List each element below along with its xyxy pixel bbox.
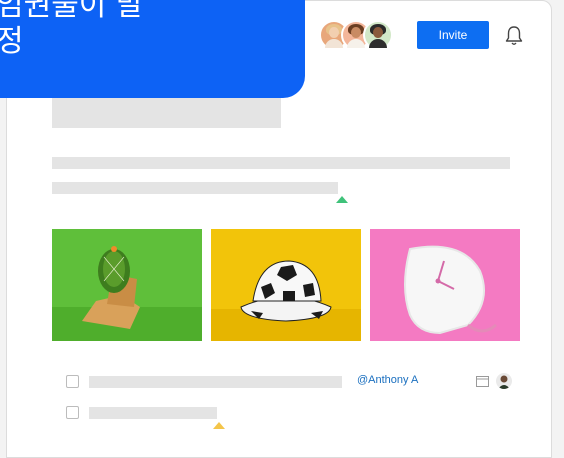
yellow-cursor-marker: [213, 422, 225, 429]
green-cursor-marker: [336, 196, 348, 203]
bell-icon[interactable]: [504, 25, 524, 47]
invite-button[interactable]: Invite: [417, 21, 489, 49]
image-soccer-hat[interactable]: [211, 229, 361, 341]
text-line-placeholder: [52, 157, 510, 169]
image-cactus[interactable]: [52, 229, 202, 341]
assignee-avatar[interactable]: [496, 373, 512, 389]
text-line-placeholder: [52, 182, 338, 194]
task-text-placeholder: [89, 407, 217, 419]
task-text-placeholder: [89, 376, 342, 388]
task-checkbox[interactable]: [66, 375, 79, 388]
title-placeholder: [52, 95, 281, 128]
document-toolbar: Invite: [319, 17, 539, 53]
image-melting-clock[interactable]: [370, 229, 520, 341]
cactus-illustration: [52, 246, 202, 341]
soccer-hat-illustration: [211, 260, 361, 341]
avatar-body: [369, 39, 387, 48]
avatar-face: [329, 27, 339, 38]
toast-message: 임권물이 말 정: [0, 0, 144, 59]
calendar-icon[interactable]: [476, 376, 489, 387]
task-checkbox[interactable]: [66, 406, 79, 419]
collaborator-avatars[interactable]: [319, 20, 399, 50]
melting-clock-illustration: [404, 245, 497, 335]
assignee-mention[interactable]: @Anthony A: [357, 374, 418, 386]
collaborator-avatar-3[interactable]: [363, 20, 393, 50]
assignee-avatar-image: [498, 375, 510, 389]
notification-toast[interactable]: 임권물이 말 정: [0, 0, 305, 98]
avatar-face: [373, 27, 383, 38]
avatar-body: [347, 39, 365, 48]
avatar-face: [351, 27, 361, 38]
avatar-body: [325, 39, 343, 48]
